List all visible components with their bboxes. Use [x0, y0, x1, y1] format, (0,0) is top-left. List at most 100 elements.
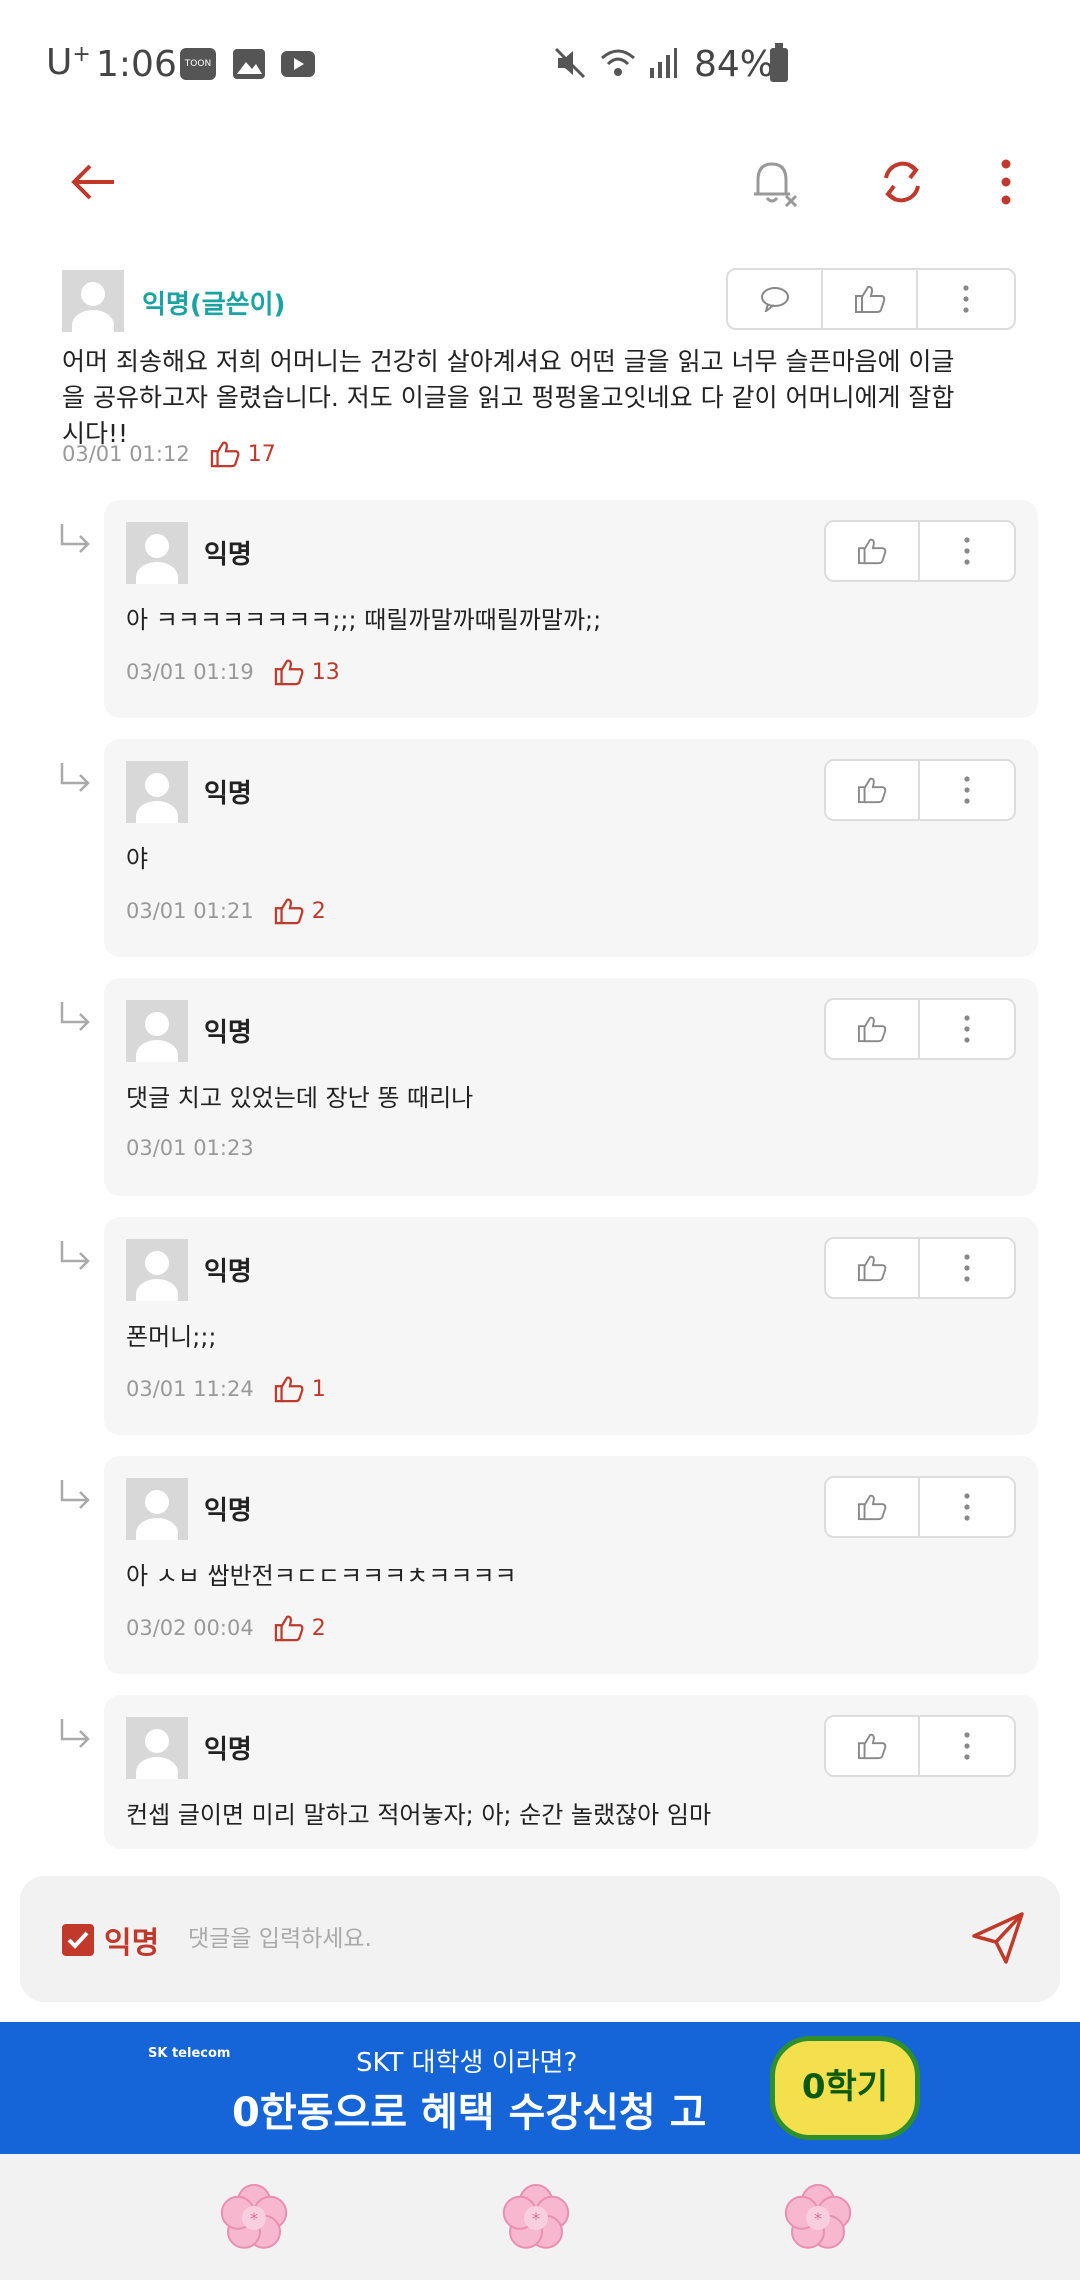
reply-actions	[824, 1237, 1016, 1299]
like-button[interactable]	[826, 1000, 921, 1058]
post-time: 03/01 01:12	[62, 442, 190, 466]
reply-time: 03/01 11:24	[126, 1377, 254, 1401]
battery-icon	[770, 43, 788, 82]
reply-text: 폰머니;;;	[126, 1323, 217, 1351]
reply-text: 야	[126, 845, 149, 873]
banner-badge: 0학기	[770, 2036, 920, 2140]
like-button[interactable]	[826, 1478, 921, 1536]
reply-time: 03/01 01:21	[126, 899, 254, 923]
avatar	[62, 270, 124, 332]
send-button[interactable]	[966, 1906, 1030, 1970]
reply-text: 컨셉 글이면 미리 말하고 적어놓자; 아; 순간 놀랬잖아 임마	[126, 1801, 712, 1829]
send-icon	[972, 1912, 1024, 1964]
reply-author: 익명	[204, 540, 252, 570]
reply-time: 03/01 01:23	[126, 1136, 254, 1160]
wifi-icon	[598, 46, 638, 84]
more-vertical-icon	[964, 1732, 970, 1760]
reply-card: 익명컨셉 글이면 미리 말하고 적어놓자; 아; 순간 놀랬잖아 임마	[104, 1695, 1038, 1849]
reply-actions	[824, 1715, 1016, 1777]
thumbs-up-icon	[858, 1494, 887, 1521]
reply-card: 익명야 03/01 01:21 2	[104, 739, 1038, 957]
comment-input[interactable]	[188, 1916, 948, 1962]
reply-arrow-icon	[58, 522, 92, 556]
reply-arrow-icon	[58, 761, 92, 795]
more-button[interactable]	[920, 761, 1014, 819]
reply-author: 익명	[204, 1496, 252, 1526]
more-button[interactable]	[920, 1478, 1014, 1536]
more-button[interactable]	[920, 1000, 1014, 1058]
more-vertical-icon	[964, 776, 970, 804]
avatar	[126, 1239, 188, 1301]
more-button[interactable]	[920, 1239, 1014, 1297]
flower-icon[interactable]: *	[216, 2180, 292, 2256]
more-vertical-icon[interactable]	[976, 152, 1036, 212]
like-button[interactable]	[826, 761, 921, 819]
signal-icon	[648, 46, 678, 84]
reply-meta: 03/01 11:24 1	[126, 1375, 326, 1403]
anonymous-label: 익명	[104, 1926, 160, 1961]
banner-tagline: 0한동으로 혜택 수강신청 고	[232, 2090, 707, 2136]
bell-off-icon[interactable]	[744, 152, 804, 212]
like-button[interactable]	[826, 522, 921, 580]
reply-arrow-icon	[58, 1239, 92, 1273]
svg-text:*: *	[250, 2209, 258, 2228]
comment-icon	[760, 287, 789, 312]
like-button[interactable]	[826, 1239, 921, 1297]
reply-arrow-icon	[58, 1000, 92, 1034]
avatar	[126, 1000, 188, 1062]
refresh-icon[interactable]	[872, 152, 932, 212]
avatar	[126, 1478, 188, 1540]
reply-card: 익명댓글 치고 있었는데 장난 똥 때리나 03/01 01:23	[104, 978, 1038, 1196]
flower-icon[interactable]: *	[780, 2180, 856, 2256]
reply-meta: 03/01 01:21 2	[126, 897, 326, 925]
clock: 1:06	[96, 44, 177, 85]
avatar	[126, 1717, 188, 1779]
banner-ad[interactable]: SK telecom SKT 대학생 이라면? 0한동으로 혜택 수강신청 고 …	[0, 2022, 1080, 2154]
svg-text:*: *	[814, 2209, 822, 2228]
reply-meta: 03/02 00:04 2	[126, 1614, 326, 1642]
reply-author: 익명	[204, 1257, 252, 1287]
status-bar: U+ 1:06 TOON 84%	[0, 0, 1080, 130]
like-count: 13	[274, 658, 340, 686]
reply-actions	[824, 998, 1016, 1060]
check-icon	[67, 1931, 89, 1949]
thumbs-up-icon	[274, 659, 304, 686]
more-vertical-icon	[964, 1015, 970, 1043]
more-button[interactable]	[920, 1717, 1014, 1775]
reply-arrow-icon	[58, 1478, 92, 1512]
thumbs-up-icon	[274, 898, 304, 925]
like-count: 17	[210, 440, 276, 468]
reply-card: 익명아 ㅅㅂ 쌉반전ㅋㄷㄷㅋㅋㅋㅊㅋㅋㅋㅋ 03/02 00:04 2	[104, 1456, 1038, 1674]
banner-brand: SK telecom	[148, 2046, 231, 2061]
like-button[interactable]	[826, 1717, 921, 1775]
more-vertical-icon	[962, 285, 969, 313]
battery-level: 84%	[694, 44, 775, 85]
reply-text: 아 ㅅㅂ 쌉반전ㅋㄷㄷㅋㅋㅋㅊㅋㅋㅋㅋ	[126, 1562, 517, 1590]
reply-actions	[824, 1476, 1016, 1538]
reply-button[interactable]	[728, 270, 823, 328]
reply-meta: 03/01 01:19 13	[126, 658, 340, 686]
anonymous-checkbox[interactable]	[62, 1924, 94, 1956]
thumbs-up-icon	[210, 441, 240, 468]
like-button[interactable]	[823, 270, 918, 328]
more-button[interactable]	[918, 270, 1013, 328]
reply-text: 댓글 치고 있었는데 장난 똥 때리나	[126, 1084, 474, 1112]
arrow-left-icon[interactable]	[64, 152, 124, 212]
reply-arrow-icon	[58, 1717, 92, 1751]
mute-icon	[554, 46, 588, 84]
post-author: 익명(글쓴이)	[142, 290, 286, 320]
app-bar	[0, 130, 1080, 235]
like-count: 2	[274, 1614, 326, 1642]
flower-icon[interactable]: *	[498, 2180, 574, 2256]
reply-author: 익명	[204, 1735, 252, 1765]
bottom-nav: * * *	[0, 2154, 1080, 2280]
thumbs-up-icon	[858, 1733, 887, 1760]
more-button[interactable]	[920, 522, 1014, 580]
gallery-icon	[232, 48, 266, 84]
reply-text: 아 ㅋㅋㅋㅋㅋㅋㅋㅋ;;; 때릴까말까때릴까말까;;	[126, 606, 602, 634]
avatar	[126, 522, 188, 584]
post-meta: 03/01 01:12 17	[62, 440, 276, 468]
reply-author: 익명	[204, 1018, 252, 1048]
carrier-label: U+	[46, 42, 91, 83]
reply-author: 익명	[204, 779, 252, 809]
